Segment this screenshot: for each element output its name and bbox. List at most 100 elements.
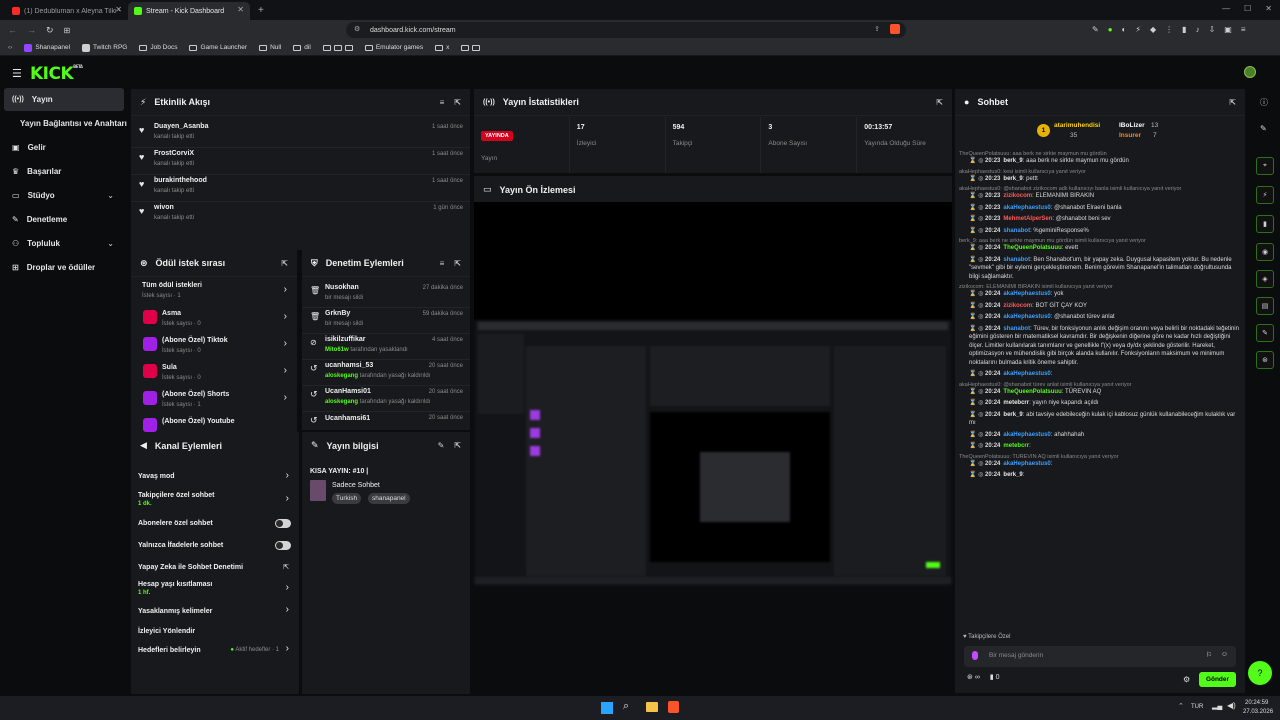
reward-row[interactable]: Sula İstek sayısı · 0 › [131, 361, 297, 388]
chat-username[interactable]: shanabot [1003, 326, 1030, 332]
popout-icon[interactable]: ⇱ [281, 259, 288, 268]
extension-icon[interactable]: ◐ [1122, 25, 1127, 34]
chat-username[interactable]: berk_9 [1003, 412, 1022, 418]
sidebar-item-droplar[interactable]: ⊞ Droplar ve ödüller [4, 256, 124, 279]
popout-icon[interactable]: ⇱ [454, 259, 461, 268]
share-icon[interactable]: ⇪ [874, 25, 880, 33]
menu-icon[interactable]: ⋮ [1165, 25, 1173, 34]
music-icon[interactable]: ♪ [1196, 25, 1200, 34]
bookmark-item[interactable] [461, 44, 481, 51]
sidebar-item-yayin[interactable]: ((•)) Yayın [4, 88, 124, 111]
rail-button[interactable]: ⚡ [1256, 186, 1274, 204]
rail-button[interactable]: ▤ [1256, 297, 1274, 315]
banned-words-row[interactable]: Yasaklanmış kelimeler › [131, 602, 299, 622]
rail-button[interactable]: ◈ [1256, 270, 1274, 288]
brave-shield-icon[interactable] [890, 24, 900, 34]
network-icon[interactable]: ▂▄ [1212, 702, 1222, 710]
chat-username[interactable]: zizikocom [1003, 193, 1032, 199]
chat-username[interactable]: metebcrr [1003, 400, 1029, 406]
tag-chip[interactable]: shanapanel [368, 493, 410, 504]
filter-icon[interactable]: ≡ [440, 98, 445, 107]
points-counter[interactable]: ⊛ ∞ [967, 673, 980, 681]
chat-username[interactable]: akaHephaestus0 [1003, 314, 1050, 320]
sidebar-item-basarilar[interactable]: ♛ Başarılar [4, 160, 124, 183]
file-explorer-icon[interactable] [646, 702, 658, 712]
ai-moderation-row[interactable]: Yapay Zeka ile Sohbet Denetimi ⇱ [131, 558, 299, 578]
rail-button[interactable]: ◉ [1256, 243, 1274, 261]
account-age-row[interactable]: Hesap yaşı kısıtlaması 1 hf. › [131, 578, 299, 602]
chat-username[interactable]: berk_9 [1003, 472, 1022, 478]
kick-logo[interactable]: KICKBETA [30, 64, 83, 84]
popout-icon[interactable]: ⇱ [936, 98, 943, 107]
stream-preview-video[interactable] [474, 202, 952, 585]
maximize-icon[interactable]: ☐ [1244, 4, 1251, 13]
emoji-icon[interactable]: ☺ [1221, 651, 1228, 658]
reload-icon[interactable]: ↻ [46, 25, 54, 36]
translate-icon[interactable]: ✎ [1092, 25, 1099, 34]
sidebar-item-gelir[interactable]: ▣ Gelir [4, 136, 124, 159]
chat-username[interactable]: akaHephaestus0 [1003, 461, 1050, 467]
subscribers-only-toggle[interactable] [275, 519, 291, 528]
extension-icon[interactable]: ● [1108, 25, 1113, 34]
volume-icon[interactable]: ◀) [1227, 701, 1236, 710]
chat-username[interactable]: shanabot [1003, 228, 1030, 234]
bookmark-item[interactable]: x [435, 44, 449, 51]
chat-username[interactable]: akaHephaestus0 [1003, 205, 1050, 211]
bookmark-item[interactable]: Null [259, 44, 281, 51]
send-button[interactable]: Gönder [1199, 672, 1236, 687]
minimize-icon[interactable]: — [1222, 4, 1230, 13]
chat-username[interactable]: TheQueenPolatsuuu [1003, 245, 1061, 251]
bookmark-item[interactable]: Job Docs [139, 44, 177, 51]
popout-icon[interactable]: ⇱ [454, 98, 461, 107]
chat-username[interactable]: metebcrr [1003, 443, 1029, 449]
bookmark-item[interactable]: Game Launcher [189, 44, 247, 51]
edit-icon[interactable]: ✎ [1260, 124, 1267, 133]
extension-icon[interactable]: ⚡ [1135, 25, 1141, 34]
filter-icon[interactable]: ≡ [440, 259, 445, 268]
extension-icon[interactable]: ◆ [1150, 25, 1156, 34]
chat-username[interactable]: MehmetAlperSen [1003, 216, 1052, 222]
chevron-up-icon[interactable]: ⌃ [1178, 702, 1184, 710]
sidebar-item-topluluk[interactable]: ⚇ Topluluk ⌄ [4, 232, 124, 255]
hamburger-menu-icon[interactable]: ☰ [12, 67, 22, 80]
sidebar-icon[interactable]: ▮ [1182, 25, 1186, 34]
reward-row-all[interactable]: Tüm ödül istekleri İstek sayısı · 1 › [131, 280, 297, 306]
edit-icon[interactable]: ✎ [438, 441, 445, 450]
url-input[interactable]: ⚙ dashboard.kick.com/stream ⇪ [346, 22, 906, 38]
download-icon[interactable]: ⇩ [1209, 25, 1216, 34]
translate-icon[interactable]: ⚐ [1206, 651, 1212, 659]
sidebar-item-studyo[interactable]: ▭ Stüdyo ⌄ [4, 184, 124, 207]
apps-icon[interactable]: ⊞ [64, 26, 71, 35]
info-icon[interactable]: ⓘ [1260, 97, 1268, 108]
browser-tab-youtube[interactable]: (1) Dedubluman x Aleyna Tilki - Y ✕ [6, 2, 128, 20]
popout-icon[interactable]: ⇱ [1229, 98, 1236, 107]
chat-username[interactable]: akaHephaestus0 [1003, 432, 1050, 438]
chat-username[interactable]: berk_9 [1003, 176, 1022, 182]
reward-row[interactable]: (Abone Özel) Shorts İstek sayısı · 1 › [131, 388, 297, 415]
settings-icon[interactable]: ⚙ [1183, 675, 1190, 684]
brave-icon[interactable] [668, 701, 679, 713]
microphone-icon[interactable] [972, 651, 978, 660]
popout-icon[interactable]: ⇱ [454, 441, 461, 450]
rail-button[interactable]: ▮ [1256, 215, 1274, 233]
support-button[interactable]: ? [1248, 661, 1272, 685]
chat-username[interactable]: akaHephaestus0 [1003, 291, 1050, 297]
chat-input[interactable]: Bir mesaj gönderin ⚐ ☺ [964, 646, 1236, 667]
reward-row[interactable]: (Abone Özel) Youtube [131, 415, 297, 432]
followers-only-row[interactable]: Takipçilere özel sohbet 1 dk. › [131, 489, 299, 513]
chatters-counter[interactable]: ▮ 0 [990, 673, 1000, 681]
rail-button[interactable]: ⊛ [1256, 351, 1274, 369]
rail-button[interactable]: ⌖ [1256, 157, 1274, 175]
browser-tab-kick[interactable]: Stream - Kick Dashboard ✕ [128, 2, 250, 20]
emote-only-toggle[interactable] [275, 541, 291, 550]
avatar[interactable] [1244, 66, 1256, 78]
wallet-icon[interactable]: ▣ [1224, 25, 1232, 34]
search-icon[interactable]: ⌕ [623, 700, 629, 713]
reward-row[interactable]: (Abone Özel) Tiktok İstek sayısı · 0 › [131, 334, 297, 361]
slow-mode-row[interactable]: Yavaş mod › [131, 468, 299, 488]
new-tab-icon[interactable]: + [258, 5, 264, 16]
close-window-icon[interactable]: ✕ [1265, 4, 1272, 13]
rail-button[interactable]: ✎ [1256, 324, 1274, 342]
redirect-viewers-row[interactable]: İzleyici Yönlendir [131, 622, 299, 642]
chat-username[interactable]: TheQueenPolatsuuu [1003, 389, 1061, 395]
